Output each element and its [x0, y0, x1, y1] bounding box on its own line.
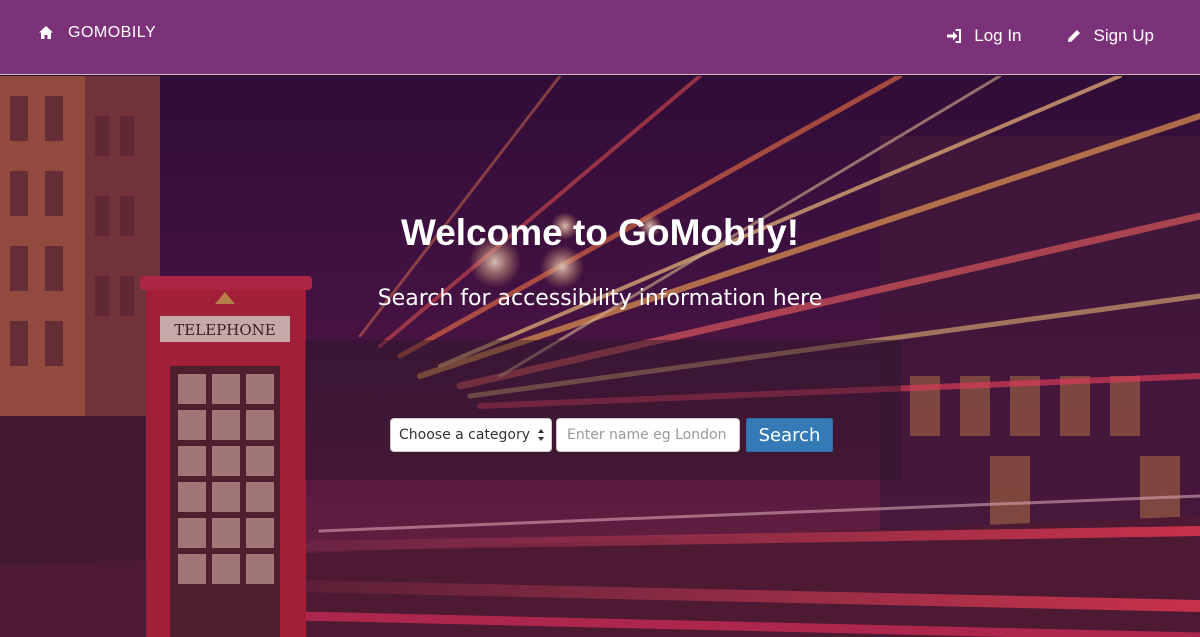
- top-navbar: GOMOBILY Log In Sign Up: [0, 0, 1200, 75]
- page: GOMOBILY Log In Sign Up TELEPHONE Welcom…: [0, 0, 1200, 637]
- search-button[interactable]: Search: [746, 418, 833, 452]
- login-label: Log In: [974, 26, 1022, 45]
- select-arrows-icon: [537, 428, 545, 446]
- category-select[interactable]: Choose a category: [390, 418, 552, 452]
- sign-in-icon: [946, 28, 962, 44]
- brand-link[interactable]: GOMOBILY: [38, 24, 156, 42]
- home-icon: [38, 25, 54, 41]
- pencil-icon: [1066, 28, 1082, 44]
- login-link[interactable]: Log In: [946, 26, 1022, 46]
- category-select-value: Choose a category: [399, 427, 531, 443]
- signup-label: Sign Up: [1093, 26, 1154, 45]
- hero-title: Welcome to GoMobily!: [400, 212, 800, 253]
- hero-section: TELEPHONE: [0, 76, 1200, 637]
- hero-subtitle: Search for accessibility information her…: [377, 286, 823, 311]
- nav-right: Log In Sign Up: [946, 26, 1154, 46]
- search-form: Choose a category Search: [390, 418, 833, 452]
- signup-link[interactable]: Sign Up: [1066, 26, 1154, 46]
- search-panel: [305, 340, 901, 480]
- brand-label: GOMOBILY: [68, 24, 157, 41]
- name-search-input[interactable]: [556, 418, 740, 452]
